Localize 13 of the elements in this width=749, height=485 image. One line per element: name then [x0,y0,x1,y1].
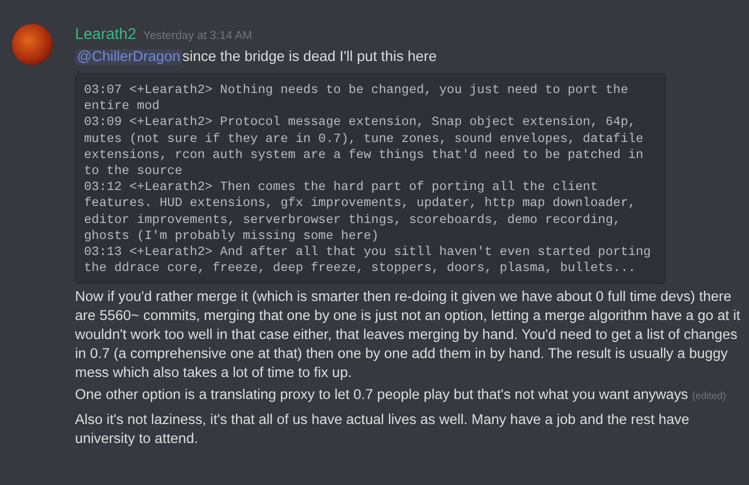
message-text: One other option is a translating proxy to let 0.7 people play but that's not what you want anyways [75,387,688,404]
avatar-image[interactable] [12,24,53,65]
log-line: 03:12 <+Learath2> Then comes the hard part of porting all the client features. HUD extensions, gfx improvements, updater, http map downloader, editor improvements, serverbrowser things, scoreboards, demo recording, ghosts (I'm probably missing some here) [84,179,637,244]
timestamp: Yesterday at 3:14 AM [143,30,252,42]
message-text: Also it's not laziness, it's that all of us have actual lives as well. Many have a job and the rest have university to attend. [75,412,690,448]
user-mention[interactable]: @ChillerDragon [75,49,182,65]
message-text: since the bridge is dead I'll put this here [182,49,437,65]
edited-label: (edited) [692,391,726,402]
log-line: 03:13 <+Learath2> And after all that you sitll haven't even started porting the ddrace core, freeze, deep freeze, stoppers, doors, plasma, bullets... [84,244,652,276]
log-line: 03:09 <+Learath2> Protocol message extension, Snap object extension, 64p, mutes (not sure if they are in 0.7), tune zones, sound envelopes, datafile extensions, rcon auth system are a few things that'd need to be patched in to the source [84,114,644,180]
log-line: 03:07 <+Learath2> Nothing needs to be changed, you just need to port the entire mod [84,82,630,114]
message-text: Now if you'd rather merge it (which is smarter then re-doing it given we have about 0 full time devs) there are 5560~ commits, merging that one by one is just not an option, letting a merge algorithm have a go at it wouldn't work too well in that case either, that leaves merging by hand. You'd need to get a list of changes in 0.7 (a comprehensive one at that) then one by one add them in by hand. The result is usually a buggy mess which also takes a lot of time to fix up. [75,289,740,381]
username[interactable]: Learath2 [75,26,136,44]
